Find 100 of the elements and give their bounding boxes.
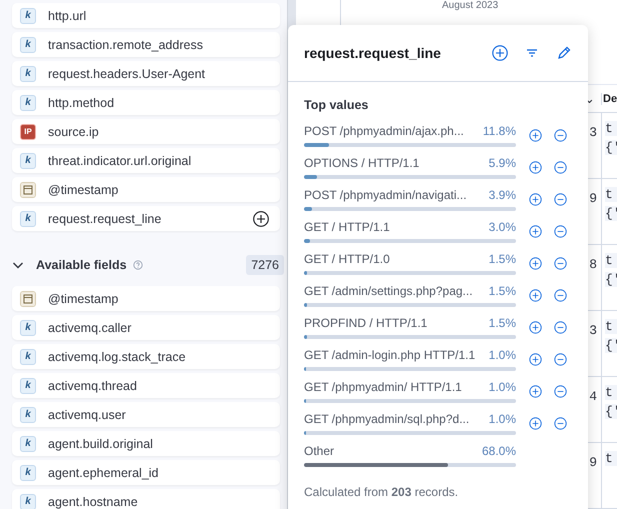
value-percent: 3.0% <box>488 220 516 234</box>
filter-out-icon[interactable] <box>554 160 567 174</box>
filter-out-icon[interactable] <box>554 256 567 270</box>
field-item[interactable]: IP source.ip <box>12 119 280 144</box>
filter-in-icon[interactable] <box>529 320 542 334</box>
filter-out-icon[interactable] <box>554 224 567 238</box>
filter-in-icon[interactable] <box>529 288 542 302</box>
filter-in-icon[interactable] <box>529 256 542 270</box>
table-cell: t <box>605 187 617 202</box>
keyword-type-icon: k <box>20 406 36 422</box>
value-percent: 1.0% <box>488 380 516 394</box>
available-fields-toggle[interactable]: Available fields <box>12 258 127 272</box>
field-name: agent.build.original <box>48 436 154 450</box>
section-title: Top values <box>304 98 370 112</box>
field-name: activemq.thread <box>48 378 138 392</box>
popover-title: request.request_line <box>304 45 442 61</box>
value-percent: 1.5% <box>488 284 516 298</box>
calendar-icon <box>20 182 36 198</box>
keyword-type-icon: k <box>20 320 36 336</box>
value-percent: 5.9% <box>488 156 516 170</box>
pencil-icon[interactable] <box>556 45 572 61</box>
field-name: activemq.log.stack_trace <box>48 350 187 364</box>
value-percent: 1.5% <box>488 252 516 266</box>
keyword-type-icon: k <box>20 348 36 364</box>
filter-out-icon[interactable] <box>554 288 567 302</box>
filter-in-icon[interactable] <box>529 160 542 174</box>
date-label: August 2023 <box>442 0 498 11</box>
value-label: POST /phpmyadmin/navigati... <box>304 188 467 202</box>
value-label: GET / HTTP/1.0 <box>304 252 390 266</box>
value-label: POST /phpmyadmin/ajax.ph... <box>304 124 464 138</box>
table-cell: 9 <box>589 191 597 206</box>
value-percent: 1.0% <box>488 348 516 362</box>
value-label: GET /admin-login.php HTTP/1.1 <box>304 348 476 362</box>
value-label: GET /phpmyadmin/sql.php?d... <box>304 412 470 426</box>
filter-in-icon[interactable] <box>529 192 542 206</box>
filter-in-icon[interactable] <box>529 352 542 366</box>
field-item[interactable]: k activemq.log.stack_trace <box>12 344 280 369</box>
field-item[interactable]: k transaction.remote_address <box>12 32 280 57</box>
field-name: agent.ephemeral_id <box>48 466 160 480</box>
field-item[interactable]: @timestamp <box>12 177 280 202</box>
filter-out-icon[interactable] <box>554 192 567 206</box>
keyword-type-icon: k <box>20 210 36 226</box>
field-name: activemq.user <box>48 408 127 422</box>
field-item[interactable]: k agent.ephemeral_id <box>12 460 280 485</box>
value-label: Other <box>304 444 334 458</box>
value-label: GET /phpmyadmin/ HTTP/1.1 <box>304 380 462 394</box>
table-cell: {' <box>605 338 617 353</box>
field-item[interactable]: k agent.build.original <box>12 431 280 456</box>
table-cell: 9 <box>589 455 597 470</box>
field-name: http.method <box>48 96 116 110</box>
field-item[interactable]: k activemq.caller <box>12 315 280 340</box>
field-item[interactable]: k threat.indicator.url.original <box>12 148 280 173</box>
filter-out-icon[interactable] <box>554 352 567 366</box>
field-name: source.ip <box>48 124 100 138</box>
field-name: threat.indicator.url.original <box>48 154 192 168</box>
field-item[interactable]: k request.request_line <box>12 206 280 231</box>
table-cell: t <box>605 451 617 466</box>
filter-in-icon[interactable] <box>529 384 542 398</box>
table-cell: 4 <box>589 389 597 404</box>
field-item[interactable]: k agent.hostname <box>12 489 280 509</box>
value-label: GET / HTTP/1.1 <box>304 220 390 234</box>
table-cell: {' <box>605 206 617 221</box>
value-percent: 1.5% <box>488 316 516 330</box>
table-cell: t <box>605 319 617 334</box>
filter-in-icon[interactable] <box>529 128 542 142</box>
value-label: PROPFIND / HTTP/1.1 <box>304 316 428 330</box>
field-item[interactable]: k request.headers.User-Agent <box>12 61 280 86</box>
field-item[interactable]: @timestamp <box>12 286 280 311</box>
value-label: OPTIONS / HTTP/1.1 <box>304 156 420 170</box>
table-cell: t <box>605 385 617 400</box>
field-count-badge: 7276 <box>246 255 284 275</box>
table-cell: {' <box>605 404 617 419</box>
table-cell: t <box>605 253 617 268</box>
value-percent: 3.9% <box>488 188 516 202</box>
calendar-icon <box>20 290 36 306</box>
field-name: @timestamp <box>48 182 120 196</box>
keyword-type-icon: k <box>20 94 36 110</box>
field-name: http.url <box>48 8 88 22</box>
filter-in-icon[interactable] <box>529 224 542 238</box>
table-cell: {' <box>605 272 617 287</box>
filter-out-icon[interactable] <box>554 416 567 430</box>
keyword-type-icon: k <box>20 152 36 168</box>
filter-in-icon[interactable] <box>529 416 542 430</box>
field-item[interactable]: k activemq.user <box>12 402 280 427</box>
value-label: GET /admin/settings.php?pag... <box>304 284 473 298</box>
filter-out-icon[interactable] <box>554 384 567 398</box>
filter-out-icon[interactable] <box>554 320 567 334</box>
add-icon[interactable] <box>253 210 269 226</box>
keyword-type-icon: k <box>20 464 36 480</box>
keyword-type-icon: k <box>20 8 36 24</box>
field-item[interactable]: k http.method <box>12 90 280 115</box>
keyword-type-icon: k <box>20 494 36 509</box>
field-name: request.request_line <box>48 212 162 226</box>
column-header[interactable]: De <box>601 92 617 104</box>
field-name: agent.hostname <box>48 494 139 508</box>
filter-out-icon[interactable] <box>554 128 567 142</box>
field-item[interactable]: k http.url <box>12 3 280 28</box>
table-cell: 8 <box>589 257 597 272</box>
field-item[interactable]: k activemq.thread <box>12 373 280 398</box>
field-name: activemq.caller <box>48 320 132 334</box>
